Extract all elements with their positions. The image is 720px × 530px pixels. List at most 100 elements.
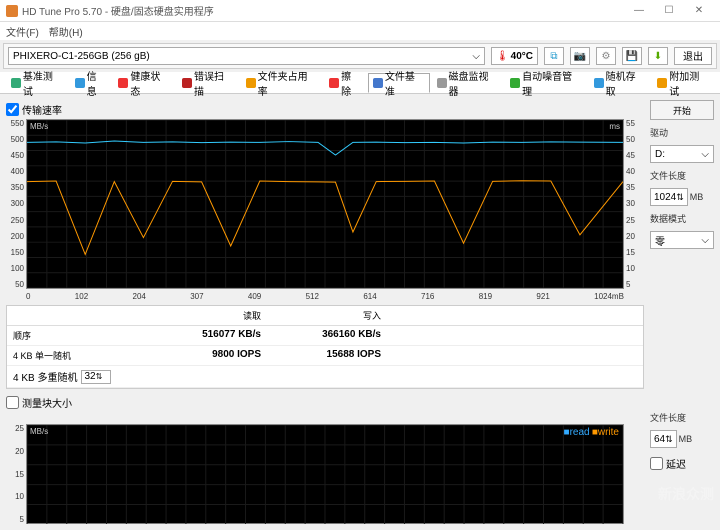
- row-write: 15688 IOPS: [267, 346, 387, 365]
- watermark: 新浪众测: [658, 484, 714, 504]
- thermometer-icon: 🌡: [496, 51, 509, 62]
- tab-icon: [75, 78, 85, 88]
- settings-button[interactable]: ⚙: [596, 47, 616, 65]
- gear-icon: ⚙: [602, 51, 611, 62]
- block-size-check-input[interactable]: [6, 396, 19, 409]
- tab-健康状态[interactable]: 健康状态: [113, 73, 175, 93]
- transfer-rate-check-input[interactable]: [6, 103, 19, 116]
- file-length-unit-2: MB: [679, 434, 693, 444]
- row-read: 9800 IOPS: [147, 346, 267, 365]
- tab-擦除[interactable]: 擦除: [324, 73, 366, 93]
- y-axis-right: 555045403530252015105: [626, 119, 644, 289]
- block-size-label: 测量块大小: [22, 395, 72, 410]
- row-write: [267, 366, 387, 387]
- tab-磁盘监视器[interactable]: 磁盘监视器: [432, 73, 504, 93]
- thread-count-spinner[interactable]: 32 ⇅: [81, 370, 111, 384]
- chart2-legend: ■read ■write: [564, 427, 619, 438]
- file-length-unit: MB: [690, 192, 704, 202]
- menu-file[interactable]: 文件(F): [6, 24, 39, 39]
- copy-icon: ⧉: [550, 51, 557, 62]
- x-axis: 01022043074095126147168199211024mB: [26, 292, 624, 301]
- table-row: 顺序 516077 KB/s 366160 KB/s: [7, 326, 643, 346]
- tab-错误扫描[interactable]: 错误扫描: [177, 73, 239, 93]
- file-length-spinner-2[interactable]: 64 ⇅: [650, 430, 677, 448]
- menu-help[interactable]: 帮助(H): [49, 24, 83, 39]
- drive-letter-select[interactable]: D:⌵: [650, 145, 714, 163]
- side-panel: 开始 驱动 D:⌵ 文件长度 1024 ⇅ MB 数据模式 零⌵ 文件长度 64…: [650, 100, 714, 524]
- latency-checkbox[interactable]: 延迟: [650, 456, 714, 471]
- menu-bar: 文件(F) 帮助(H): [0, 22, 720, 40]
- tab-信息[interactable]: 信息: [70, 73, 112, 93]
- row-read: [147, 366, 267, 387]
- block-size-chart: MB/s ■read ■write: [26, 424, 624, 524]
- drive-select[interactable]: PHIXERO-C1-256GB (256 gB) ⌵: [8, 47, 485, 65]
- exit-button[interactable]: 退出: [674, 47, 712, 65]
- results-table: 读取 写入 顺序 516077 KB/s 366160 KB/s 4 KB 单一…: [6, 305, 644, 389]
- row-label: 顺序: [7, 326, 147, 345]
- block-size-checkbox[interactable]: 测量块大小: [6, 395, 644, 410]
- tab-label: 文件夹占用率: [258, 68, 318, 98]
- start-button[interactable]: 开始: [650, 100, 714, 120]
- tab-label: 附加测试: [669, 68, 709, 98]
- tab-自动噪音管理[interactable]: 自动噪音管理: [505, 73, 587, 93]
- y-unit-label: MB/s: [30, 122, 48, 131]
- y-axis-left: 55050045040035030025020015010050: [6, 119, 24, 289]
- th-blank: [7, 306, 147, 325]
- table-row: 4 KB 单一随机 9800 IOPS 15688 IOPS: [7, 346, 643, 366]
- window-title: HD Tune Pro 5.70 - 硬盘/固态硬盘实用程序: [22, 3, 624, 18]
- title-bar: HD Tune Pro 5.70 - 硬盘/固态硬盘实用程序 — ☐ ✕: [0, 0, 720, 22]
- y-axis-left-2: 252015105: [6, 424, 24, 524]
- tab-基准测试[interactable]: 基准测试: [6, 73, 68, 93]
- tab-label: 健康状态: [130, 68, 170, 98]
- transfer-rate-label: 传输速率: [22, 102, 62, 117]
- save-button[interactable]: 💾: [622, 47, 642, 65]
- transfer-rate-checkbox[interactable]: 传输速率: [6, 102, 644, 117]
- data-mode-label: 数据模式: [650, 212, 714, 225]
- tab-label: 随机存取: [606, 68, 646, 98]
- tab-icon: [246, 78, 256, 88]
- tab-label: 基准测试: [23, 68, 63, 98]
- minimize-button[interactable]: —: [624, 5, 654, 16]
- tab-icon: [657, 78, 667, 88]
- maximize-button[interactable]: ☐: [654, 5, 684, 16]
- th-read: 读取: [147, 306, 267, 325]
- load-button[interactable]: ⬇: [648, 47, 668, 65]
- chevron-down-icon: ⌵: [701, 235, 709, 246]
- tab-label: 自动噪音管理: [522, 68, 582, 98]
- file-length-spinner[interactable]: 1024 ⇅: [650, 188, 688, 206]
- row-label: 4 KB 单一随机: [7, 346, 147, 365]
- tab-label: 错误扫描: [194, 68, 234, 98]
- latency-check-input[interactable]: [650, 457, 663, 470]
- temperature-value: 40°C: [511, 51, 533, 62]
- row-write: 366160 KB/s: [267, 326, 387, 345]
- y2-unit-label: MB/s: [30, 427, 48, 436]
- app-icon: [6, 5, 18, 17]
- close-button[interactable]: ✕: [684, 5, 714, 16]
- screenshot-button[interactable]: 📷: [570, 47, 590, 65]
- file-length-label-2: 文件长度: [650, 411, 714, 424]
- data-mode-select[interactable]: 零⌵: [650, 231, 714, 249]
- tab-label: 擦除: [341, 68, 361, 98]
- tab-label: 磁盘监视器: [449, 68, 499, 98]
- drive-select-value: PHIXERO-C1-256GB (256 gB): [13, 51, 150, 62]
- tab-文件夹占用率[interactable]: 文件夹占用率: [241, 73, 323, 93]
- tab-icon: [118, 78, 128, 88]
- camera-icon: 📷: [574, 51, 586, 62]
- save-icon: 💾: [626, 51, 638, 62]
- tab-label: 文件基准: [385, 68, 425, 98]
- tab-icon: [11, 78, 21, 88]
- row-read: 516077 KB/s: [147, 326, 267, 345]
- tab-随机存取[interactable]: 随机存取: [589, 73, 651, 93]
- tab-附加测试[interactable]: 附加测试: [652, 73, 714, 93]
- chevron-down-icon: ⌵: [472, 51, 480, 62]
- chevron-down-icon: ⌵: [701, 149, 709, 160]
- tab-bar: 基准测试信息健康状态错误扫描文件夹占用率擦除文件基准磁盘监视器自动噪音管理随机存…: [0, 72, 720, 94]
- tab-label: 信息: [87, 68, 107, 98]
- copy-button[interactable]: ⧉: [544, 47, 564, 65]
- load-icon: ⬇: [654, 51, 662, 62]
- tab-文件基准[interactable]: 文件基准: [368, 73, 430, 93]
- th-write: 写入: [267, 306, 387, 325]
- file-length-label: 文件长度: [650, 169, 714, 182]
- row-label: 4 KB 多重随机: [13, 369, 77, 384]
- top-toolbar: PHIXERO-C1-256GB (256 gB) ⌵ 🌡 40°C ⧉ 📷 ⚙…: [3, 43, 717, 69]
